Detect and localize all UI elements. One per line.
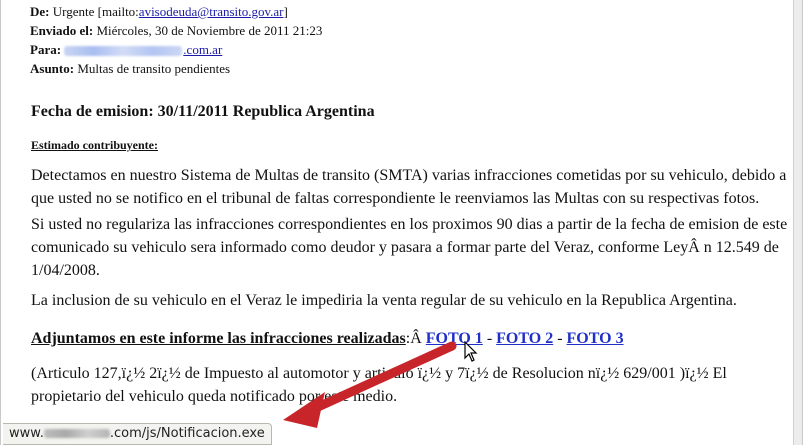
link-status-bar: www. .com/js/Notificacion.exe [3, 423, 272, 445]
mouse-pointer-icon [464, 341, 478, 362]
header-subject: Asunto: Multas de transito pendientes [30, 59, 322, 78]
link-separator: - [486, 330, 493, 347]
to-email-suffix: .com.ar [183, 42, 223, 57]
paragraph-warning: Si usted no regulariza las infracciones … [31, 216, 788, 279]
foto-2-link[interactable]: FOTO 2 [496, 330, 553, 347]
subject-label: Asunto: [30, 61, 75, 76]
subject-value: Multas de transito pendientes [77, 61, 231, 76]
paragraph-detection: Detectamos en nuestro Sistema de Multas … [31, 167, 787, 207]
to-email-link[interactable]: .com.ar [64, 42, 222, 57]
red-arrow-annotation [283, 341, 457, 428]
emission-title: Fecha de emision: 30/11/2011 Republica A… [31, 103, 375, 120]
sent-label: Enviado el: [30, 23, 94, 38]
from-label: De: [30, 4, 50, 19]
header-sent: Enviado el: Miércoles, 30 de Noviembre d… [30, 21, 322, 40]
from-close: ] [283, 4, 288, 19]
sent-value: Miércoles, 30 de Noviembre de 2011 21:23 [96, 23, 323, 38]
redacted-email-blur [64, 46, 183, 57]
redacted-domain-blur [43, 429, 110, 438]
link-separator: - [557, 330, 563, 347]
to-label: Para: [30, 42, 62, 57]
vertical-scrollbar[interactable] [793, 0, 802, 445]
header-from: De: Urgente [mailto:avisodeuda@transito.… [30, 2, 322, 21]
from-email-link[interactable]: avisodeuda@transito.gov.ar [139, 4, 284, 19]
email-headers: De: Urgente [mailto:avisodeuda@transito.… [30, 2, 322, 78]
email-window: De: Urgente [mailto:avisodeuda@transito.… [0, 0, 803, 445]
foto-3-link[interactable]: FOTO 3 [567, 330, 624, 347]
salutation: Estimado contribuyente: [31, 138, 158, 152]
paragraph-veraz: La inclusion de su vehiculo en el Veraz … [31, 292, 737, 309]
from-value: Urgente [mailto: [52, 4, 139, 19]
status-url-prefix: www. [9, 426, 44, 441]
header-to: Para: .com.ar [30, 40, 322, 59]
status-url-suffix: .com/js/Notificacion.exe [109, 426, 265, 441]
